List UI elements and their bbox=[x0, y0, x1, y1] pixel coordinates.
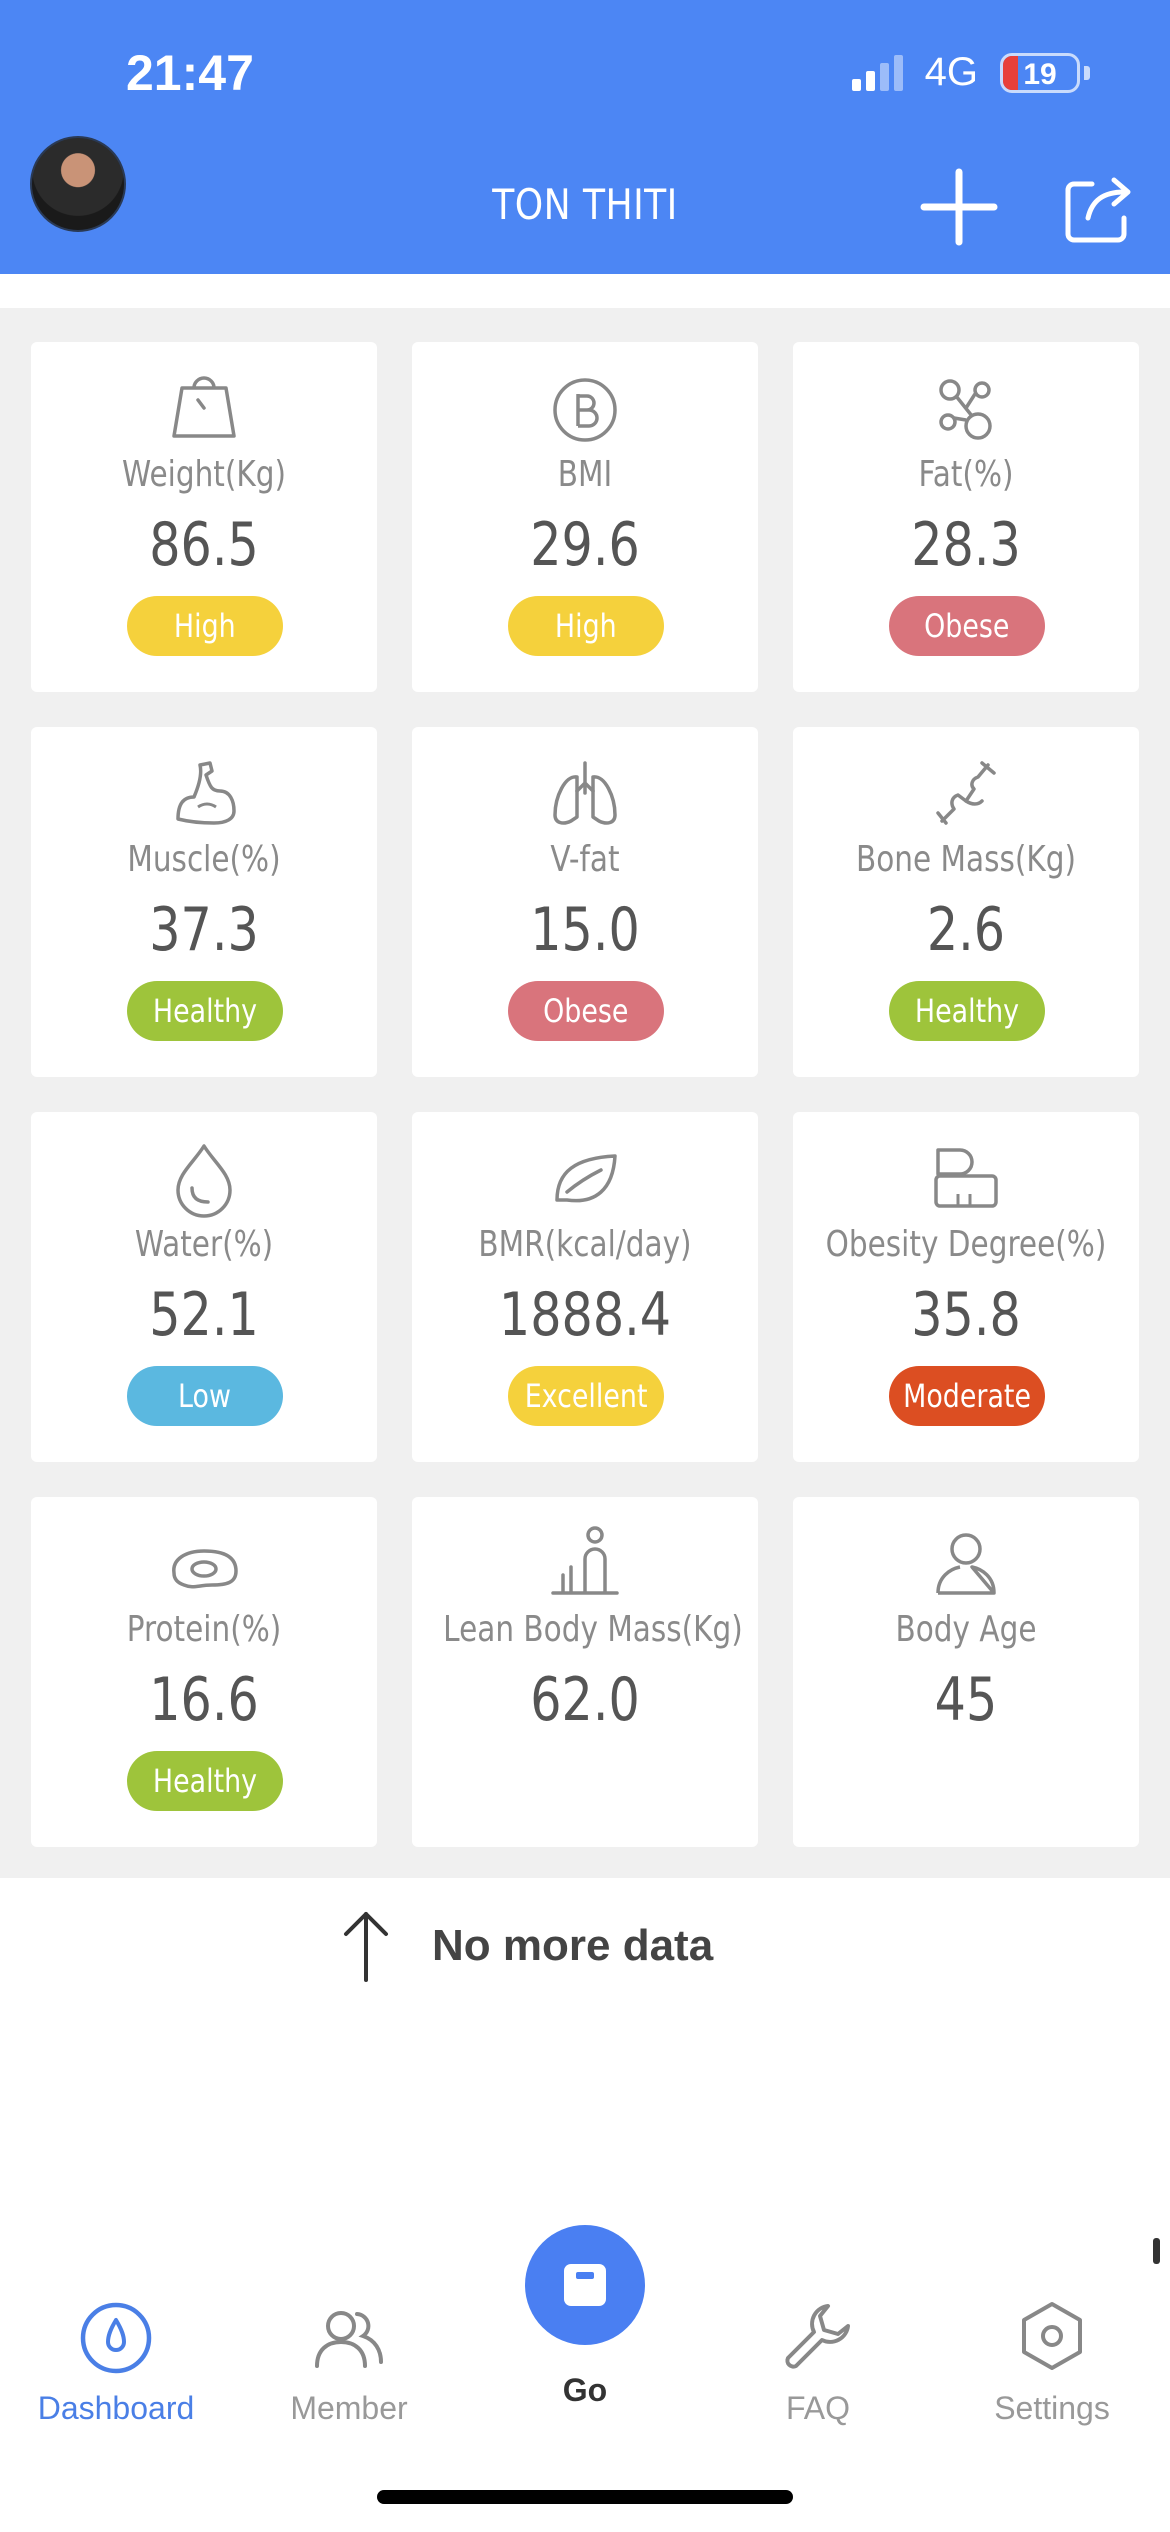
metric-card-muscle[interactable]: Muscle(%) 37.3 Healthy bbox=[31, 727, 377, 1077]
metric-label: Weight(Kg) bbox=[122, 454, 286, 495]
metric-label: Fat(%) bbox=[918, 454, 1014, 495]
metric-card-weight[interactable]: Weight(Kg) 86.5 High bbox=[31, 342, 377, 692]
members-icon bbox=[315, 2311, 383, 2368]
metric-label: Muscle(%) bbox=[127, 839, 281, 880]
metric-label: Bone Mass(Kg) bbox=[855, 839, 1077, 880]
status-badge: Obese bbox=[508, 981, 664, 1041]
battery-icon: 19 bbox=[1000, 52, 1080, 93]
protein-icon bbox=[172, 1549, 238, 1589]
obesity-scale-icon bbox=[934, 1148, 998, 1208]
home-indicator[interactable] bbox=[377, 2490, 793, 2504]
nav-label: Settings bbox=[994, 2390, 1110, 2426]
wrench-icon bbox=[785, 2304, 850, 2369]
status-badge: Moderate bbox=[889, 1366, 1045, 1426]
metric-card-fat[interactable]: Fat(%) 28.3 Obese bbox=[793, 342, 1139, 692]
status-badge: Healthy bbox=[889, 981, 1045, 1041]
nav-label: Member bbox=[290, 2390, 408, 2426]
status-time: 21:47 bbox=[126, 45, 254, 101]
dashboard-gauge-icon bbox=[80, 2302, 152, 2374]
metric-card-vfat[interactable]: V-fat 15.0 Obese bbox=[412, 727, 758, 1077]
settings-hexagon-icon bbox=[1022, 2302, 1082, 2370]
end-of-list: No more data bbox=[340, 1908, 713, 1984]
metric-card-body-age[interactable]: Body Age 45 bbox=[793, 1497, 1139, 1847]
metric-card-water[interactable]: Water(%) 52.1 Low bbox=[31, 1112, 377, 1462]
metric-label: BMR(kcal/day) bbox=[478, 1224, 692, 1265]
nav-label: FAQ bbox=[785, 2390, 850, 2426]
metric-value: 15.0 bbox=[530, 895, 640, 965]
nav-label: Dashboard bbox=[37, 2390, 195, 2426]
share-icon[interactable] bbox=[1062, 172, 1136, 246]
metric-value: 29.6 bbox=[530, 510, 640, 580]
metrics-grid: Weight(Kg) 86.5 High BMI 29.6 High Fat(%… bbox=[0, 308, 1170, 1878]
metric-value: 45 bbox=[934, 1665, 998, 1735]
scale-icon bbox=[564, 2264, 606, 2306]
metric-card-bone[interactable]: Bone Mass(Kg) 2.6 Healthy bbox=[793, 727, 1139, 1077]
metric-card-protein[interactable]: Protein(%) 16.6 Healthy bbox=[31, 1497, 377, 1847]
status-badge: Obese bbox=[889, 596, 1045, 656]
metric-value: 1888.4 bbox=[498, 1280, 672, 1350]
metric-card-bmi[interactable]: BMI 29.6 High bbox=[412, 342, 758, 692]
go-scale-button[interactable] bbox=[525, 2225, 645, 2345]
metric-label: Protein(%) bbox=[126, 1609, 282, 1650]
go-label: Go bbox=[562, 2372, 608, 2408]
bmi-icon bbox=[553, 378, 617, 442]
fat-icon bbox=[939, 379, 992, 440]
leaf-icon bbox=[555, 1154, 617, 1203]
metric-value: 86.5 bbox=[149, 510, 259, 580]
battery-level: 19 bbox=[1023, 57, 1057, 91]
metric-value: 62.0 bbox=[530, 1665, 640, 1735]
body-figure-icon bbox=[551, 1526, 619, 1595]
network-type: 4G bbox=[924, 50, 978, 94]
battery-tip bbox=[1084, 65, 1090, 80]
metric-label: Lean Body Mass(Kg) bbox=[443, 1609, 743, 1650]
bone-icon bbox=[936, 761, 996, 825]
scroll-indicator[interactable] bbox=[1153, 2238, 1160, 2264]
metric-value: 16.6 bbox=[149, 1665, 259, 1735]
no-more-data-text: No more data bbox=[432, 1921, 714, 1970]
muscle-arm-icon bbox=[176, 761, 236, 825]
metric-value: 28.3 bbox=[911, 510, 1021, 580]
metric-label: Obesity Degree(%) bbox=[825, 1224, 1107, 1265]
metric-card-lean-mass[interactable]: Lean Body Mass(Kg) 62.0 bbox=[412, 1497, 758, 1847]
nav-member[interactable]: Member bbox=[249, 2296, 449, 2427]
lungs-icon bbox=[553, 761, 617, 825]
signal-icon bbox=[851, 54, 903, 91]
nav-dashboard[interactable]: Dashboard bbox=[16, 2296, 216, 2427]
metric-value: 52.1 bbox=[149, 1280, 259, 1350]
status-badge: High bbox=[508, 596, 664, 656]
metric-value: 37.3 bbox=[149, 895, 259, 965]
add-icon[interactable] bbox=[918, 166, 1000, 248]
metric-label: Body Age bbox=[895, 1609, 1037, 1650]
status-badge: Low bbox=[127, 1366, 283, 1426]
metric-card-obesity[interactable]: Obesity Degree(%) 35.8 Moderate bbox=[793, 1112, 1139, 1462]
metric-value: 2.6 bbox=[926, 895, 1006, 965]
arrow-up-icon bbox=[344, 1912, 388, 1982]
nav-settings[interactable]: Settings bbox=[952, 2296, 1152, 2427]
status-indicators: 4G 19 bbox=[851, 50, 1090, 95]
status-badge: High bbox=[127, 596, 283, 656]
metric-label: V-fat bbox=[550, 839, 620, 880]
status-badge: Healthy bbox=[127, 1751, 283, 1811]
nav-faq[interactable]: FAQ bbox=[718, 2296, 918, 2427]
water-drop-icon bbox=[176, 1144, 232, 1218]
person-icon bbox=[936, 1533, 996, 1595]
status-badge: Healthy bbox=[127, 981, 283, 1041]
metric-card-bmr[interactable]: BMR(kcal/day) 1888.4 Excellent bbox=[412, 1112, 758, 1462]
app-header: 21:47 4G 19 TON THITI bbox=[0, 0, 1170, 274]
weight-scale-icon bbox=[172, 376, 236, 438]
metric-label: Water(%) bbox=[134, 1224, 274, 1265]
status-badge: Excellent bbox=[508, 1366, 664, 1426]
metric-label: BMI bbox=[557, 454, 613, 495]
metric-value: 35.8 bbox=[911, 1280, 1021, 1350]
